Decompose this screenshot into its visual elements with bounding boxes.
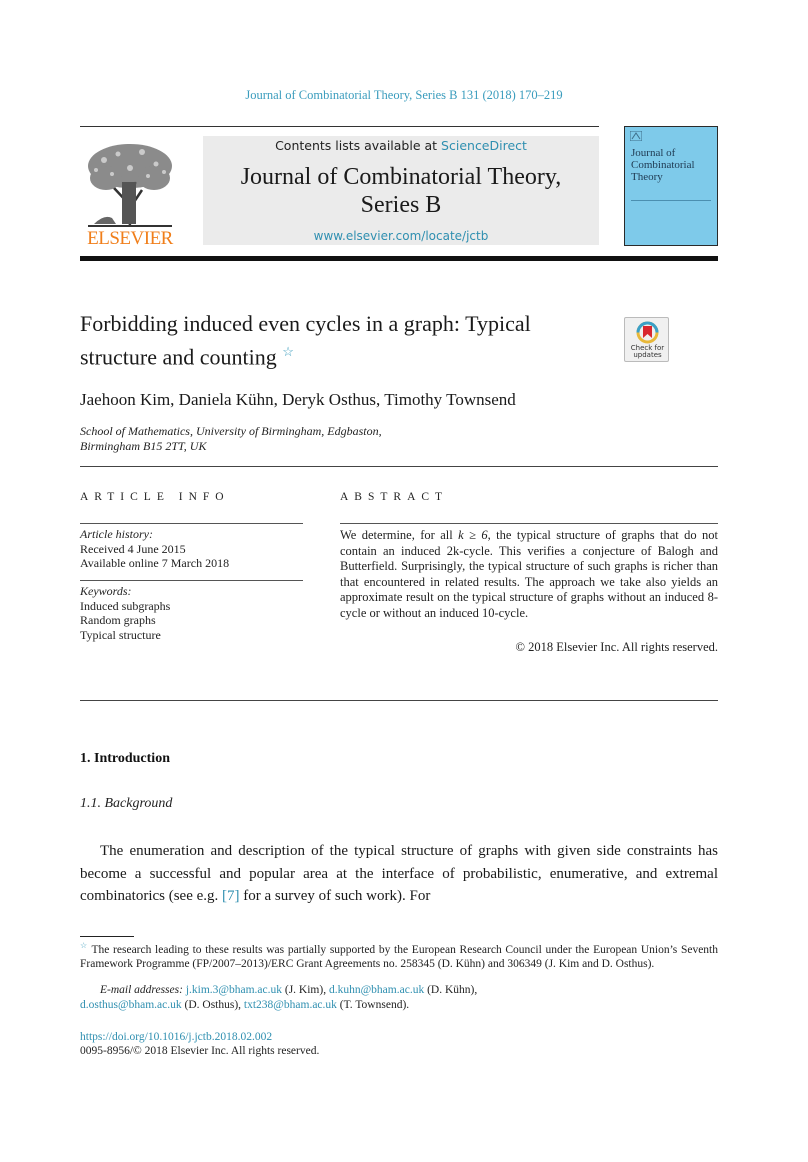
email-label: E-mail addresses: [100,984,183,996]
keyword-item: Induced subgraphs [80,598,171,613]
email-link[interactable]: txt238@bham.ac.uk [244,999,337,1011]
email-owner: (J. Kim), [282,984,329,996]
title-footnote-star-icon[interactable]: ☆ [282,344,294,359]
check-updates-label: Check for updates [625,345,670,359]
body-text: for a survey of such work). For [239,888,431,904]
abstract-label: ABSTRACT [340,491,449,503]
header-top-rule [80,126,599,127]
affiliation-line-1: School of Mathematics, University of Bir… [80,424,382,438]
front-matter-end-rule [80,700,718,701]
affiliation-line-2: Birmingham B15 2TT, UK [80,439,207,453]
journal-url-link[interactable]: www.elsevier.com/locate/jctb [203,229,599,243]
abstract-text: We determine, for all k ≥ 6, the typical… [340,528,718,622]
journal-cover-image[interactable]: Journal of Combinatorial Theory [624,126,718,246]
keywords-rule [80,580,303,581]
journal-title: Journal of Combinatorial Theory, Series … [203,163,599,219]
funding-footnote: ☆ The research leading to these results … [80,939,718,972]
keyword-item: Random graphs [80,613,156,627]
contents-prefix: Contents lists available at [275,138,442,153]
cover-title-line: Theory [631,171,663,183]
header-thick-rule [80,256,718,261]
journal-title-line-1: Journal of Combinatorial Theory, [240,164,562,190]
cover-title-line: Combinatorial [631,159,695,171]
email-link[interactable]: d.osthus@bham.ac.uk [80,999,182,1011]
journal-title-line-2: Series B [360,192,442,218]
email-link[interactable]: j.kim.3@bham.ac.uk [186,984,282,996]
elsevier-tree-icon [88,144,172,227]
front-matter-rule [80,466,718,467]
check-updates-bookmark-icon [636,321,659,344]
running-head[interactable]: Journal of Combinatorial Theory, Series … [0,88,808,103]
keywords: Keywords: Induced subgraphs Random graph… [80,584,170,642]
authors: Jaehoon Kim, Daniela Kühn, Deryk Osthus,… [80,390,516,409]
article-title-text: Forbidding induced even cycles in a grap… [80,311,531,370]
history-label: Article history: [80,527,153,541]
footnote-rule [80,936,134,937]
citation-link[interactable]: [7] [222,888,240,904]
article-title: Forbidding induced even cycles in a grap… [80,310,610,371]
article-info-label: ARTICLE INFO [80,491,230,503]
article-history: Article history: Received 4 June 2015 Av… [80,527,229,571]
check-for-updates-button[interactable]: Check for updates [624,317,669,362]
abstract-math: 2k [446,543,460,558]
available-online-date: Available online 7 March 2018 [80,556,230,570]
email-addresses: E-mail addresses: j.kim.3@bham.ac.uk (J.… [80,983,718,1012]
cover-divider [631,200,711,201]
issn-copyright: 0095-8956/© 2018 Elsevier Inc. All right… [80,1045,320,1057]
email-link[interactable]: d.kuhn@bham.ac.uk [329,984,424,996]
body-paragraph: The enumeration and description of the t… [80,840,718,908]
abstract-text-part: We determine, for all [340,528,459,542]
check-updates-label-2: updates [633,351,662,359]
email-owner: (T. Townsend). [336,998,410,1011]
doi-link[interactable]: https://doi.org/10.1016/j.jctb.2018.02.0… [80,1031,272,1043]
keywords-label: Keywords: [80,584,132,598]
sciencedirect-link[interactable]: ScienceDirect [441,138,527,153]
cover-logo-icon [630,131,642,141]
article-info-rule [80,523,303,524]
abstract-math: k ≥ 6 [458,528,488,542]
cover-title-line: Journal of [631,147,676,159]
abstract-copyright: © 2018 Elsevier Inc. All rights reserved… [515,640,718,654]
keyword-item: Typical structure [80,627,161,642]
email-owner: (D. Osthus), [181,998,244,1011]
subsection-heading: 1.1. Background [80,796,173,811]
contents-line: Contents lists available at ScienceDirec… [203,138,599,153]
cover-title: Journal of Combinatorial Theory [631,147,695,183]
received-date: Received 4 June 2015 [80,541,186,556]
affiliation: School of Mathematics, University of Bir… [80,424,382,454]
abstract-rule [340,523,718,524]
elsevier-wordmark: ELSEVIER [87,228,173,249]
footnote-star-icon: ☆ [80,941,88,950]
section-heading: 1. Introduction [80,751,170,766]
email-owner: (D. Kühn), [424,984,478,996]
funding-text: The research leading to these results wa… [80,943,719,971]
